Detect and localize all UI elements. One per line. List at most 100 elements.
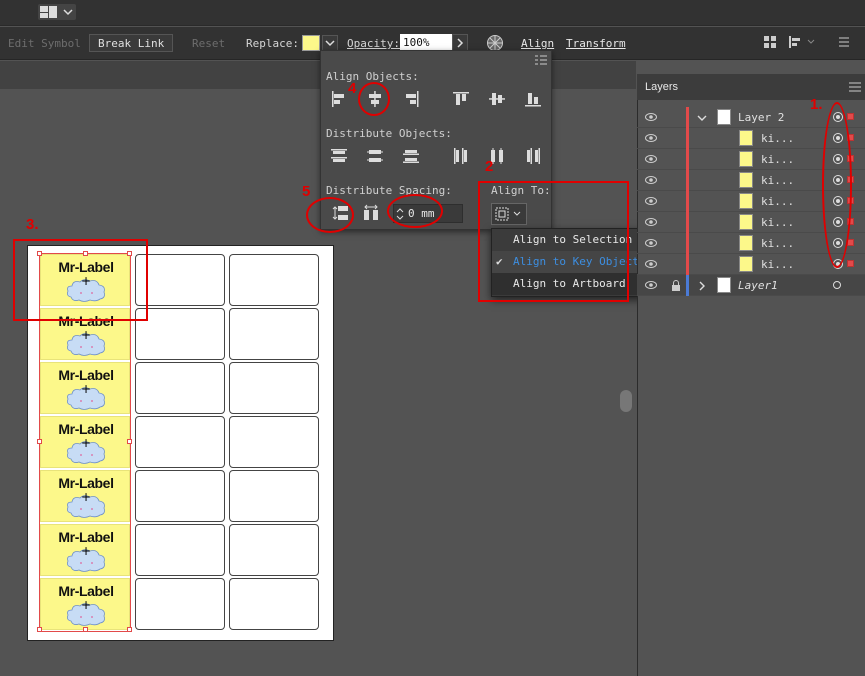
annotation-circle-5a	[306, 197, 354, 233]
item-thumbnail	[739, 130, 753, 146]
vertical-distribute-bottom-icon[interactable]	[402, 147, 420, 165]
empty-label-cell[interactable]	[229, 362, 319, 414]
layer-thumbnail	[717, 277, 731, 293]
vertical-align-bottom-icon[interactable]	[524, 90, 542, 108]
horizontal-distribute-left-icon[interactable]	[452, 147, 470, 165]
vertical-align-center-icon[interactable]	[488, 90, 506, 108]
item-thumbnail	[739, 214, 753, 230]
eye-icon[interactable]	[645, 259, 657, 269]
eye-icon[interactable]	[645, 154, 657, 164]
vertical-align-top-icon[interactable]	[452, 90, 470, 108]
empty-label-cell[interactable]	[229, 524, 319, 576]
eye-icon[interactable]	[645, 217, 657, 227]
panel-menu-icon[interactable]	[535, 55, 547, 68]
empty-label-cell[interactable]	[229, 416, 319, 468]
item-name[interactable]: ki...	[761, 237, 794, 250]
item-name[interactable]: ki...	[761, 216, 794, 229]
symbol-thumbnail[interactable]	[302, 35, 320, 51]
empty-label-cell[interactable]	[135, 308, 225, 360]
opacity-label[interactable]: Opacity:	[347, 37, 400, 50]
layer-color-bar	[686, 254, 689, 275]
empty-label-cell[interactable]	[135, 470, 225, 522]
selection-indicator[interactable]	[847, 260, 854, 267]
eye-icon[interactable]	[645, 112, 657, 122]
vertical-distribute-top-icon[interactable]	[330, 147, 348, 165]
item-name[interactable]: ki...	[761, 174, 794, 187]
edit-symbol-button[interactable]: Edit Symbol	[8, 37, 81, 50]
annotation-label-1: 1.	[810, 96, 823, 113]
item-name[interactable]: ki...	[761, 132, 794, 145]
empty-label-cell[interactable]	[135, 362, 225, 414]
annotation-label-3: 3.	[26, 216, 39, 233]
eye-icon[interactable]	[645, 175, 657, 185]
layer-color-bar	[686, 149, 689, 170]
tab-layers[interactable]: Layers	[645, 81, 678, 93]
align-options-icon[interactable]	[788, 35, 820, 52]
eye-icon[interactable]	[645, 196, 657, 206]
annotation-circle-4	[358, 82, 390, 116]
item-name[interactable]: ki...	[761, 195, 794, 208]
distribute-spacing-heading: Distribute Spacing:	[326, 184, 452, 197]
layer-color-bar	[686, 107, 689, 128]
annotation-label-5: 5	[302, 183, 311, 200]
annotation-ellipse-1	[822, 102, 852, 268]
item-thumbnail	[739, 172, 753, 188]
chevron-down-icon[interactable]	[322, 35, 338, 51]
resize-handle[interactable]	[127, 627, 132, 632]
replace-label: Replace:	[246, 37, 299, 50]
layer-color-bar	[686, 170, 689, 191]
vertical-scrollbar[interactable]	[620, 390, 632, 412]
horizontal-distribute-right-icon[interactable]	[524, 147, 542, 165]
empty-label-cell[interactable]	[229, 254, 319, 306]
empty-label-cell[interactable]	[135, 416, 225, 468]
panel-menu-icon[interactable]	[849, 82, 861, 95]
resize-handle[interactable]	[83, 627, 88, 632]
empty-label-cell[interactable]	[229, 308, 319, 360]
selection-indicator[interactable]	[847, 113, 854, 120]
eye-icon[interactable]	[645, 238, 657, 248]
eye-icon[interactable]	[645, 133, 657, 143]
annotation-circle-5b	[387, 194, 443, 228]
layer-color-bar	[686, 212, 689, 233]
resize-handle[interactable]	[127, 439, 132, 444]
transform-link[interactable]: Transform	[566, 37, 626, 50]
layers-tab-strip: Layers	[637, 74, 865, 100]
horizontal-align-right-icon[interactable]	[402, 90, 420, 108]
distribute-objects-heading: Distribute Objects:	[326, 127, 452, 140]
empty-label-cell[interactable]	[229, 470, 319, 522]
resize-handle[interactable]	[37, 627, 42, 632]
item-thumbnail	[739, 256, 753, 272]
item-thumbnail	[739, 193, 753, 209]
horizontal-align-left-icon[interactable]	[330, 90, 348, 108]
reset-button[interactable]: Reset	[192, 37, 225, 50]
layer-color-bar	[686, 233, 689, 254]
horizontal-distribute-space-icon[interactable]	[362, 204, 380, 222]
layer-thumbnail	[717, 109, 731, 125]
lock-icon[interactable]	[671, 280, 681, 292]
panel-menu-icon[interactable]	[838, 35, 852, 52]
annotation-label-4: 4	[348, 80, 357, 97]
annotation-label-2: 2	[485, 158, 494, 175]
resize-handle[interactable]	[37, 439, 42, 444]
vertical-distribute-center-icon[interactable]	[366, 147, 384, 165]
break-link-button[interactable]: Break Link	[89, 34, 174, 52]
layer-name[interactable]: Layer1	[738, 279, 778, 292]
item-thumbnail	[739, 151, 753, 167]
layer-name[interactable]: Layer 2	[738, 111, 784, 124]
arrange-icon[interactable]	[763, 35, 777, 52]
empty-label-cell[interactable]	[229, 578, 319, 630]
eye-icon[interactable]	[645, 280, 657, 290]
empty-label-cell[interactable]	[135, 578, 225, 630]
workspace-switcher-icon[interactable]	[38, 4, 76, 20]
chevron-down-icon[interactable]	[697, 113, 707, 123]
chevron-right-icon[interactable]	[697, 281, 707, 291]
empty-label-cell[interactable]	[135, 254, 225, 306]
menu-bar	[0, 0, 865, 26]
layer-row[interactable]: Layer1	[637, 275, 865, 296]
align-link[interactable]: Align	[521, 37, 554, 50]
item-name[interactable]: ki...	[761, 258, 794, 271]
empty-label-cell[interactable]	[135, 524, 225, 576]
layer-color-bar	[686, 128, 689, 149]
target-icon[interactable]	[833, 281, 841, 289]
item-name[interactable]: ki...	[761, 153, 794, 166]
